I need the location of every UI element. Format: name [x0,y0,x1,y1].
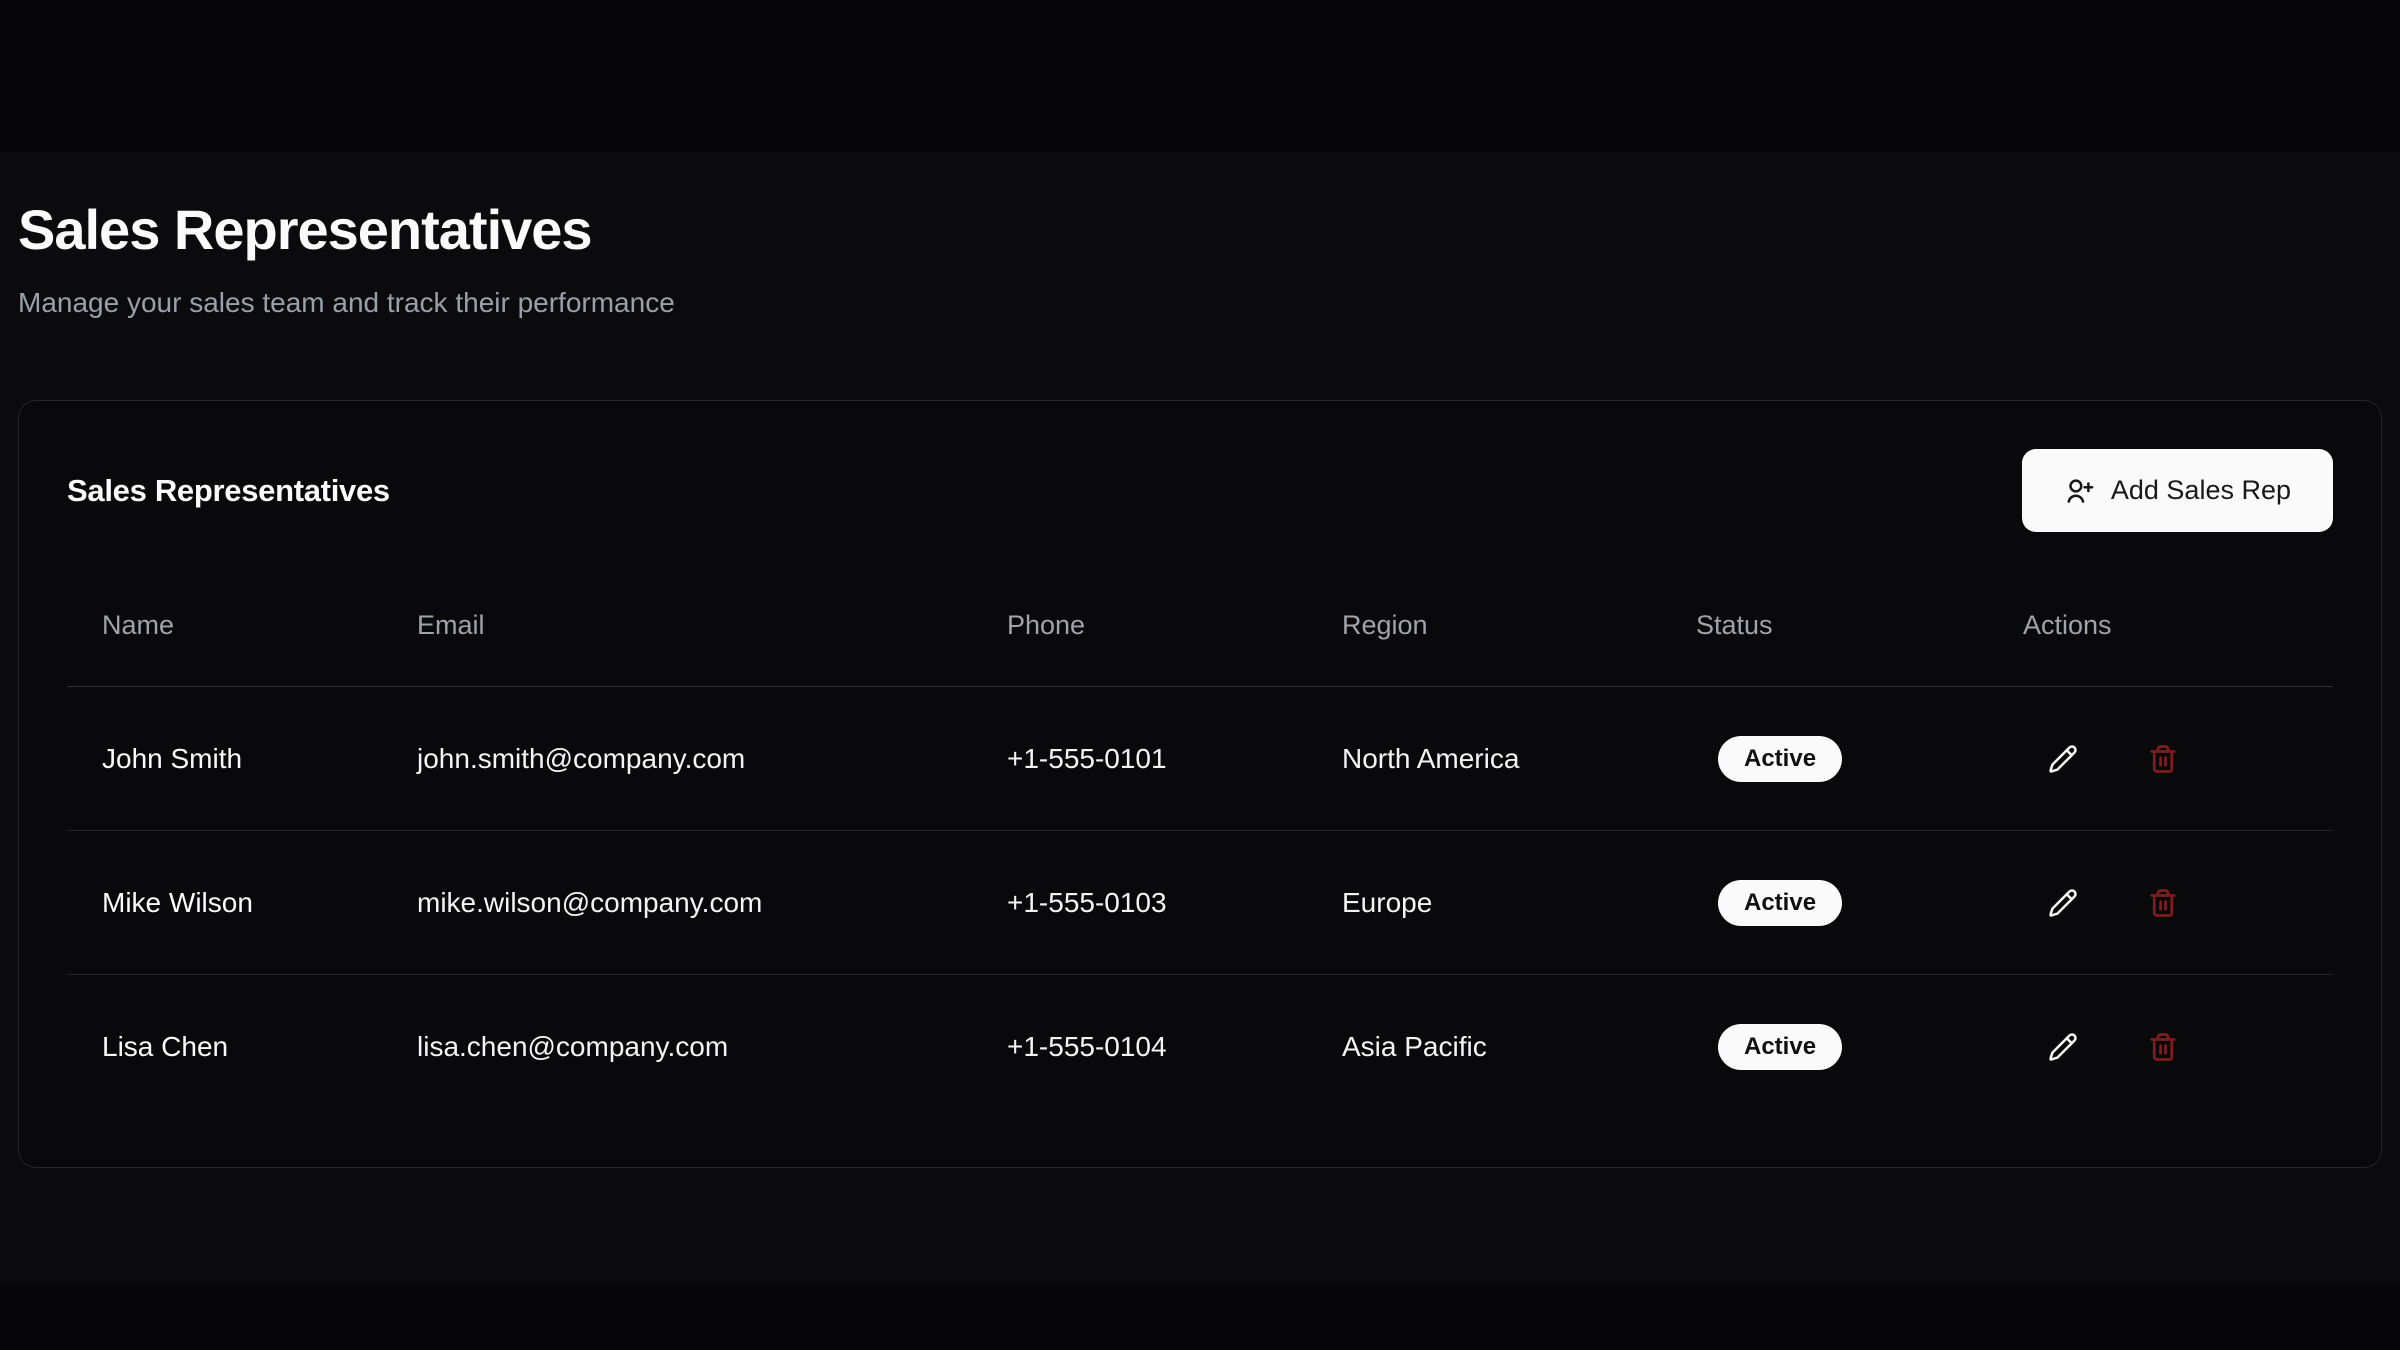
page-title: Sales Representatives [18,200,2382,260]
delete-button[interactable] [2141,881,2185,925]
pencil-icon [2048,1032,2078,1062]
column-header-name: Name [67,572,382,687]
trash-icon [2148,744,2178,774]
row-actions [2041,737,2333,781]
card-title: Sales Representatives [67,473,390,509]
status-badge: Active [1718,880,1842,926]
status-badge: Active [1718,1024,1842,1070]
cell-phone: +1-555-0104 [972,975,1307,1119]
table-row: Lisa Chen lisa.chen@company.com +1-555-0… [67,975,2333,1119]
cell-name: John Smith [67,687,382,831]
edit-button[interactable] [2041,737,2085,781]
table-header-row: Name Email Phone Region Status Actions [67,572,2333,687]
delete-button[interactable] [2141,737,2185,781]
cell-actions [1988,687,2333,831]
row-actions [2041,1025,2333,1069]
cell-email: mike.wilson@company.com [382,831,972,975]
table-row: John Smith john.smith@company.com +1-555… [67,687,2333,831]
cell-region: Europe [1307,831,1661,975]
cell-status: Active [1661,831,1988,975]
sales-reps-card: Sales Representatives Add Sales Rep [18,400,2382,1168]
edit-button[interactable] [2041,1025,2085,1069]
cell-region: Asia Pacific [1307,975,1661,1119]
cell-email: lisa.chen@company.com [382,975,972,1119]
column-header-email: Email [382,572,972,687]
edit-button[interactable] [2041,881,2085,925]
column-header-actions: Actions [1988,572,2333,687]
bottom-band [0,1285,2400,1350]
sales-reps-table: Name Email Phone Region Status Actions J… [67,572,2333,1119]
cell-actions [1988,831,2333,975]
row-actions [2041,881,2333,925]
pencil-icon [2048,888,2078,918]
trash-icon [2148,1032,2178,1062]
table-row: Mike Wilson mike.wilson@company.com +1-5… [67,831,2333,975]
cell-phone: +1-555-0101 [972,687,1307,831]
cell-name: Mike Wilson [67,831,382,975]
add-sales-rep-label: Add Sales Rep [2111,475,2291,506]
cell-phone: +1-555-0103 [972,831,1307,975]
column-header-status: Status [1661,572,1988,687]
status-badge: Active [1718,736,1842,782]
cell-actions [1988,975,2333,1119]
column-header-region: Region [1307,572,1661,687]
cell-region: North America [1307,687,1661,831]
cell-name: Lisa Chen [67,975,382,1119]
add-sales-rep-button[interactable]: Add Sales Rep [2022,449,2333,532]
page-subtitle: Manage your sales team and track their p… [18,286,2382,320]
card-header: Sales Representatives Add Sales Rep [67,449,2333,532]
delete-button[interactable] [2141,1025,2185,1069]
cell-status: Active [1661,975,1988,1119]
pencil-icon [2048,744,2078,774]
cell-status: Active [1661,687,1988,831]
sales-representatives-page: Sales Representatives Manage your sales … [0,0,2400,1168]
user-plus-icon [2064,476,2094,506]
trash-icon [2148,888,2178,918]
cell-email: john.smith@company.com [382,687,972,831]
column-header-phone: Phone [972,572,1307,687]
